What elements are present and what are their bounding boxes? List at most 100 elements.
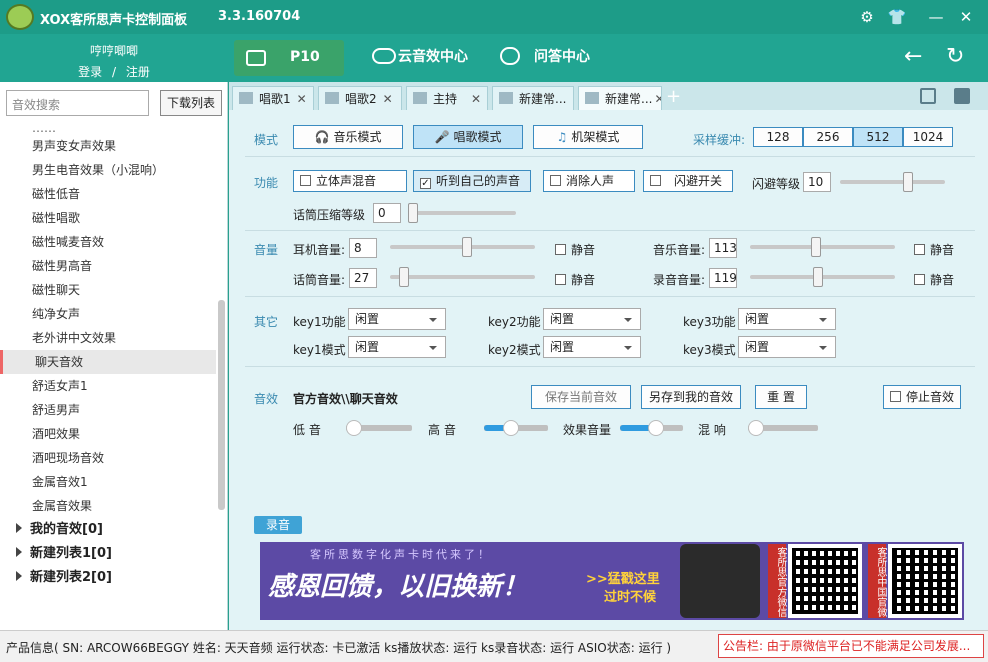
export-icon[interactable] — [920, 88, 936, 104]
key2-mode-select[interactable]: 闲置 — [543, 336, 641, 358]
list-item[interactable]: 磁性唱歌 — [0, 206, 216, 230]
list-item[interactable]: 磁性喊麦音效 — [0, 230, 216, 254]
ducking-switch-checkbox[interactable]: 闪避开关 — [643, 170, 733, 192]
refresh-icon[interactable]: ↻ — [946, 44, 964, 69]
slider-knob[interactable] — [503, 420, 519, 436]
buffer-1024-button[interactable]: 1024 — [903, 127, 953, 147]
list-item[interactable]: 磁性聊天 — [0, 278, 216, 302]
slider-thumb[interactable] — [399, 267, 409, 287]
music-volume-slider[interactable] — [750, 237, 895, 257]
reverb-slider[interactable] — [748, 420, 818, 436]
record-mute-checkbox[interactable]: 静音 — [914, 271, 954, 288]
register-link[interactable]: 注册 — [126, 65, 150, 79]
tab-close-icon[interactable]: ✕ — [654, 92, 661, 106]
save-to-my-effects-button[interactable]: 另存到我的音效 — [641, 385, 741, 409]
ducking-level-input[interactable]: 10 — [803, 172, 831, 192]
bass-slider[interactable] — [346, 420, 412, 436]
list-item[interactable]: 纯净女声 — [0, 302, 216, 326]
download-list-button[interactable]: 下载列表 — [160, 90, 222, 116]
cloud-effect-center-link[interactable]: 云音效中心 — [398, 46, 468, 66]
headphone-volume-input[interactable]: 8 — [349, 238, 377, 258]
add-tab-icon[interactable]: + — [666, 86, 681, 107]
slider-thumb[interactable] — [903, 172, 913, 192]
promo-banner[interactable]: 客所思数字化声卡时代来了！ 感恩回馈，以旧换新！ >>猛戳这里 过时不候 客所思… — [260, 542, 964, 620]
slider-knob[interactable] — [748, 420, 764, 436]
headphone-volume-slider[interactable] — [390, 237, 535, 257]
key1-mode-select[interactable]: 闲置 — [348, 336, 446, 358]
back-arrow-icon[interactable]: ← — [904, 44, 922, 69]
list-group-new-list-2[interactable]: 新建列表2[0] — [0, 566, 216, 590]
record-button[interactable]: 录音 — [254, 516, 302, 534]
slider-knob[interactable] — [346, 420, 362, 436]
stop-effect-checkbox[interactable]: 停止音效 — [883, 385, 961, 409]
list-item[interactable]: 磁性低音 — [0, 182, 216, 206]
tab-new-2-active[interactable]: 新建常...✕ — [578, 86, 662, 110]
list-item[interactable]: 男生电音效果（小混响） — [0, 158, 216, 182]
key3-mode-select[interactable]: 闲置 — [738, 336, 836, 358]
tab-sing-1[interactable]: 唱歌1 ✕ — [232, 86, 314, 110]
slider-thumb[interactable] — [408, 203, 418, 223]
list-item[interactable]: 舒适男声 — [0, 398, 216, 422]
reset-button[interactable]: 重 置 — [755, 385, 807, 409]
headphone-mute-checkbox[interactable]: 静音 — [555, 241, 595, 258]
rack-mode-button[interactable]: ♫ 机架模式 — [533, 125, 643, 149]
minimize-icon[interactable]: — — [925, 6, 947, 28]
tab-new-1[interactable]: 新建常... — [492, 86, 574, 110]
record-volume-slider[interactable] — [750, 267, 895, 287]
remove-vocal-checkbox[interactable]: 消除人声 — [543, 170, 635, 192]
key2-function-select[interactable]: 闲置 — [543, 308, 641, 330]
mic-volume-slider[interactable] — [390, 267, 535, 287]
effect-volume-slider[interactable] — [620, 420, 683, 436]
list-item[interactable]: 金属音效1 — [0, 470, 216, 494]
list-item-selected[interactable]: 聊天音效 — [0, 350, 216, 374]
music-mute-checkbox[interactable]: 静音 — [914, 241, 954, 258]
tab-close-icon[interactable]: ✕ — [471, 92, 481, 106]
buffer-512-button[interactable]: 512 — [853, 127, 903, 147]
list-item[interactable]: 老外讲中文效果 — [0, 326, 216, 350]
qa-center-link[interactable]: 问答中心 — [534, 46, 590, 66]
mic-compression-input[interactable]: 0 — [373, 203, 401, 223]
slider-thumb[interactable] — [813, 267, 823, 287]
list-item[interactable]: 酒吧效果 — [0, 422, 216, 446]
list-item[interactable]: 男声变女声效果 — [0, 134, 216, 158]
login-link[interactable]: 登录 — [78, 65, 102, 79]
stereo-mix-checkbox[interactable]: 立体声混音 — [293, 170, 407, 192]
save-disk-icon[interactable] — [954, 88, 970, 104]
list-item[interactable]: 酒吧现场音效 — [0, 446, 216, 470]
buffer-128-button[interactable]: 128 — [753, 127, 803, 147]
list-item[interactable]: 磁性男高音 — [0, 254, 216, 278]
music-volume-input[interactable]: 113 — [709, 238, 737, 258]
settings-gear-icon[interactable]: ⚙ — [856, 6, 878, 28]
list-scrollbar[interactable] — [218, 300, 225, 510]
notice-board[interactable]: 公告栏: 由于原微信平台已不能满足公司发展... — [718, 634, 984, 658]
effect-search-input[interactable]: 音效搜索 — [6, 90, 149, 116]
mic-compression-slider[interactable] — [408, 203, 516, 223]
close-icon[interactable]: ✕ — [955, 6, 977, 28]
key3-function-select[interactable]: 闲置 — [738, 308, 836, 330]
treble-slider[interactable] — [484, 420, 548, 436]
list-item[interactable]: 金属音效果 — [0, 494, 216, 518]
key1-function-select[interactable]: 闲置 — [348, 308, 446, 330]
buffer-256-button[interactable]: 256 — [803, 127, 853, 147]
hear-self-checkbox[interactable]: ✓ 听到自己的声音 — [413, 170, 531, 192]
ducking-level-slider[interactable] — [840, 172, 945, 192]
sing-mode-button[interactable]: 🎤 唱歌模式 — [413, 125, 523, 149]
tab-close-icon[interactable]: ✕ — [297, 92, 307, 106]
tab-host[interactable]: 主持 ✕ — [406, 86, 488, 110]
slider-thumb[interactable] — [811, 237, 821, 257]
device-button[interactable]: P10 — [234, 40, 344, 76]
save-current-effect-button[interactable]: 保存当前音效 — [531, 385, 631, 409]
list-item[interactable]: 舒适女声1 — [0, 374, 216, 398]
list-group-new-list-1[interactable]: 新建列表1[0] — [0, 542, 216, 566]
effect-list-panel: 音效搜索 下载列表 …… 男声变女声效果 男生电音效果（小混响） 磁性低音 磁性… — [0, 82, 228, 630]
tab-sing-2[interactable]: 唱歌2 ✕ — [318, 86, 402, 110]
music-mode-button[interactable]: 🎧 音乐模式 — [293, 125, 403, 149]
tab-close-icon[interactable]: ✕ — [383, 92, 393, 106]
slider-thumb[interactable] — [462, 237, 472, 257]
skin-shirt-icon[interactable]: 👕 — [886, 6, 908, 28]
mic-mute-checkbox[interactable]: 静音 — [555, 271, 595, 288]
mic-volume-input[interactable]: 27 — [349, 268, 377, 288]
slider-knob[interactable] — [648, 420, 664, 436]
list-group-my-effects[interactable]: 我的音效[0] — [0, 518, 216, 542]
record-volume-input[interactable]: 119 — [709, 268, 737, 288]
